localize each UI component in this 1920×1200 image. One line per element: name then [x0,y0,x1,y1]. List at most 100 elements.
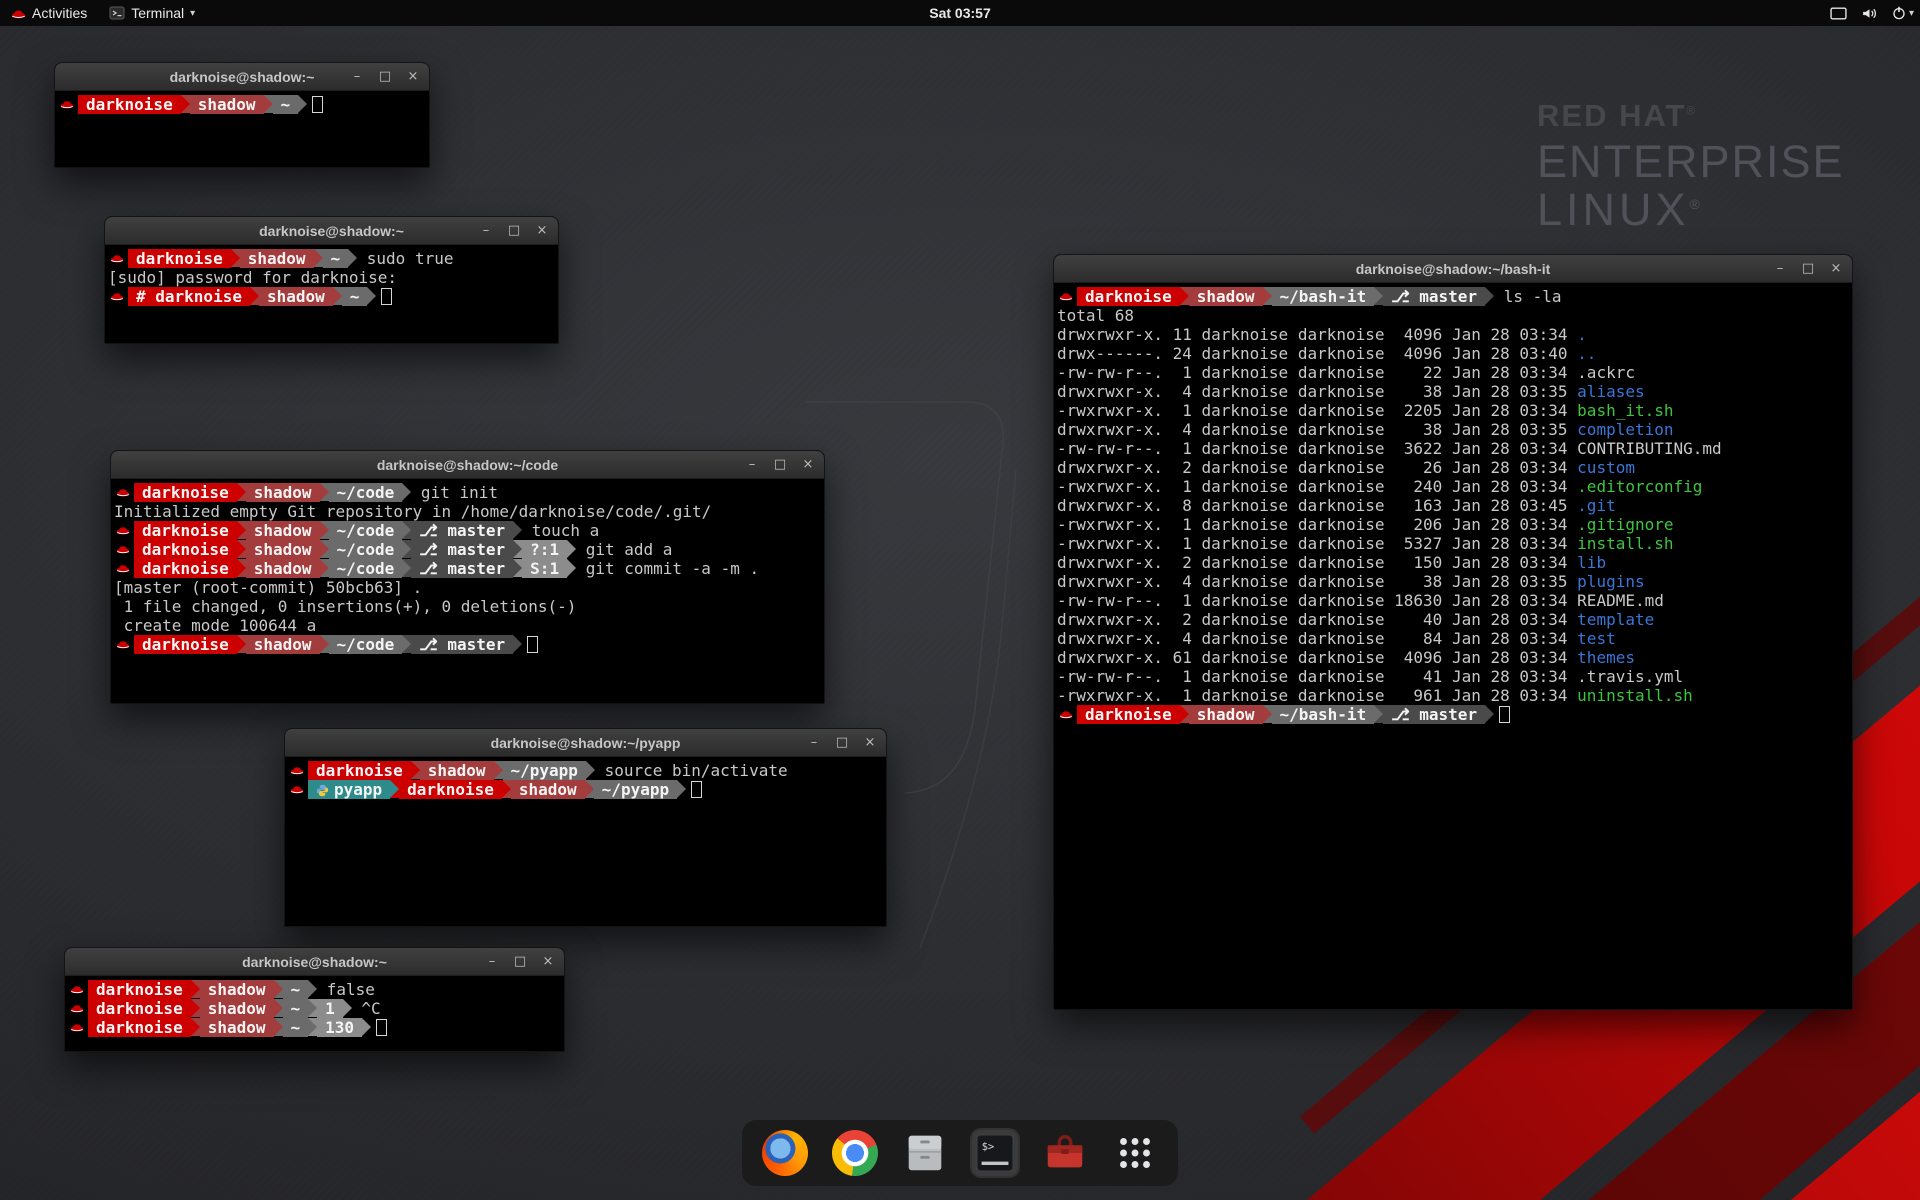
powerline-arrow-icon [298,95,307,113]
minimize-button[interactable]: – [484,954,500,969]
terminal-text: drwx------. 24 darknoise darknoise 4096 … [1057,344,1577,363]
minimize-button[interactable]: – [349,69,365,84]
prompt-segment: shadow [1189,705,1263,724]
close-button[interactable]: × [1828,261,1844,276]
dock-app-grid-icon[interactable] [1112,1130,1158,1176]
powerline-arrow-icon [308,980,317,998]
powerline-arrow-icon [585,780,594,798]
prompt-segment: shadow [190,95,264,114]
powerline-arrow-icon [181,95,190,113]
prompt-segment: darknoise [128,249,231,268]
prompt-segment: ~/code [329,635,403,654]
close-button[interactable]: × [862,735,878,750]
window-titlebar[interactable]: darknoise@shadow:~–□× [105,217,558,245]
prompt-segment: ~ [273,95,299,114]
close-button[interactable]: × [540,954,556,969]
terminal-text: -rw-rw-r--. 1 darknoise darknoise 3622 J… [1057,439,1722,458]
minimize-button[interactable]: – [478,223,494,238]
powerline-arrow-icon [402,540,411,558]
window-titlebar[interactable]: darknoise@shadow:~/code–□× [111,451,824,479]
powerline-arrow-icon [1263,705,1272,723]
redhat-icon [288,761,308,782]
prompt-segment: shadow [246,521,320,540]
terminal-text: .gitignore [1577,515,1673,534]
powerline-arrow-icon [362,1018,371,1036]
terminal-line: drwx------. 24 darknoise darknoise 4096 … [1057,344,1849,363]
minimize-button[interactable]: – [1772,261,1788,276]
window-titlebar[interactable]: darknoise@shadow:~–□× [65,948,564,976]
terminal-text: git add a [576,540,672,559]
window-titlebar[interactable]: darknoise@shadow:~/bash-it–□× [1054,255,1852,283]
chevron-down-icon: ▾ [190,8,195,19]
close-button[interactable]: × [534,223,550,238]
dock-chrome-icon[interactable] [832,1130,878,1176]
terminal-line: drwxrwxr-x. 61 darknoise darknoise 4096 … [1057,648,1849,667]
dock-toolbox-icon[interactable] [1042,1130,1088,1176]
terminal-text: drwxrwxr-x. 2 darknoise darknoise 150 Ja… [1057,553,1577,572]
prompt-segment: ~ [283,980,309,999]
terminal-text: .editorconfig [1577,477,1702,496]
prompt-segment: ~ [323,249,349,268]
close-button[interactable]: × [405,69,421,84]
terminal-text: test [1577,629,1616,648]
power-icon[interactable]: ▾ [1892,6,1914,20]
terminal-text: Initialized empty Git repository in /hom… [114,502,711,521]
terminal-line: pyappdarknoiseshadow~/pyapp [288,780,883,799]
volume-icon[interactable] [1861,7,1878,20]
prompt-segment: darknoise [308,761,411,780]
powerline-arrow-icon [1374,705,1383,723]
minimize-button[interactable]: – [806,735,822,750]
terminal-text: -rw-rw-r--. 1 darknoise darknoise 18630 … [1057,591,1664,610]
maximize-button[interactable]: □ [834,735,850,750]
terminal-cursor [381,288,392,305]
prompt-segment: darknoise [1077,705,1180,724]
prompt-segment: shadow [1189,287,1263,306]
close-button[interactable]: × [800,457,816,472]
terminal-window: darknoise@shadow:~/bash-it–□×darknoisesh… [1053,254,1853,1010]
powerline-arrow-icon [320,483,329,501]
powerline-arrow-icon [320,521,329,539]
prompt-segment: 1 [317,999,343,1018]
terminal-content[interactable]: darknoiseshadow~/pyapp source bin/activa… [285,757,886,803]
prompt-segment: shadow [240,249,314,268]
window-titlebar[interactable]: darknoise@shadow:~/pyapp–□× [285,729,886,757]
powerline-arrow-icon [411,761,420,779]
display-icon[interactable] [1830,7,1847,20]
activities-button[interactable]: Activities [0,0,98,26]
prompt-segment: darknoise [1077,287,1180,306]
window-titlebar[interactable]: darknoise@shadow:~ –□ × [55,63,429,91]
terminal-content[interactable]: darknoiseshadow~ falsedarknoiseshadow~1 … [65,976,564,1041]
terminal-text: .. [1577,344,1596,363]
window-title: darknoise@shadow:~ [170,69,315,85]
terminal-content[interactable]: darknoiseshadow~ sudo true[sudo] passwor… [105,245,558,310]
prompt-segment: ~ [283,999,309,1018]
terminal-text: themes [1577,648,1635,667]
svg-text:$>: $> [982,1141,995,1153]
terminal-text: drwxrwxr-x. 4 darknoise darknoise 84 Jan… [1057,629,1577,648]
terminal-line: darknoiseshadow~/code git init [114,483,821,502]
powerline-arrow-icon [402,559,411,577]
powerline-arrow-icon [513,635,522,653]
app-menu-terminal[interactable]: Terminal ▾ [98,0,206,26]
redhat-icon [288,780,308,801]
maximize-button[interactable]: □ [512,954,528,969]
dock-firefox-icon[interactable] [762,1130,808,1176]
maximize-button[interactable]: □ [377,69,393,84]
terminal-line: darknoiseshadow~/pyapp source bin/activa… [288,761,883,780]
clock[interactable]: Sat 03:57 [929,5,990,21]
maximize-button[interactable]: □ [1800,261,1816,276]
dock-terminal-icon[interactable]: $> [972,1130,1018,1176]
powerline-arrow-icon [567,559,576,577]
window-controls: –□ × [484,948,556,975]
powerline-arrow-icon [402,483,411,501]
redhat-icon [108,249,128,270]
dock-files-icon[interactable] [902,1130,948,1176]
prompt-segment: ~/code [329,559,403,578]
terminal-content[interactable]: darknoiseshadow~ [55,91,429,118]
terminal-content[interactable]: darknoiseshadow~/code git initInitialize… [111,479,824,658]
maximize-button[interactable]: □ [772,457,788,472]
terminal-line: drwxrwxr-x. 4 darknoise darknoise 38 Jan… [1057,382,1849,401]
terminal-content[interactable]: darknoiseshadow~/bash-it⎇ master ls -lat… [1054,283,1852,728]
minimize-button[interactable]: – [744,457,760,472]
maximize-button[interactable]: □ [506,223,522,238]
